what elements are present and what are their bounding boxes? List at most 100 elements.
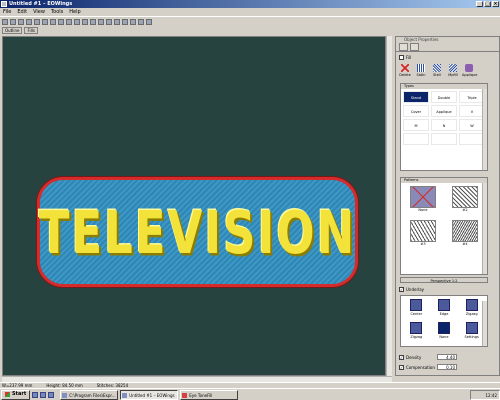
delete-tool[interactable]: Delete — [398, 64, 412, 77]
underlay-item[interactable]: Edge — [432, 299, 457, 319]
browser-icon[interactable] — [40, 391, 47, 398]
underlay-none-icon — [437, 322, 450, 334]
redo-icon[interactable] — [66, 19, 72, 25]
zoom-fit-icon[interactable] — [122, 19, 128, 25]
patterns-scrollbar[interactable] — [482, 183, 487, 274]
maximize-button[interactable]: □ — [484, 1, 491, 7]
type-item[interactable] — [431, 133, 457, 145]
types-list: Types Stand Double Triple Cover Applique… — [400, 83, 488, 171]
density-input[interactable]: 4.40 — [437, 354, 457, 360]
type-item[interactable]: M — [403, 119, 429, 131]
app-icon — [122, 392, 128, 398]
underlay-settings-icon — [465, 322, 478, 334]
menu-file[interactable]: File — [3, 8, 11, 16]
types-scrollbar[interactable] — [482, 89, 487, 170]
design-canvas[interactable]: TELEVISION — [2, 36, 386, 376]
secondary-toolbar: Outline Fills — [0, 26, 500, 36]
embroidery-patch[interactable]: TELEVISION — [37, 177, 358, 287]
minimize-button[interactable]: _ — [476, 1, 483, 7]
cut-icon[interactable] — [34, 19, 40, 25]
menu-view[interactable]: View — [33, 8, 45, 16]
start-button[interactable]: Start — [1, 389, 31, 400]
copy-icon[interactable] — [42, 19, 48, 25]
type-item[interactable]: Stand — [403, 91, 429, 103]
mpfill-tool[interactable]: Mpfill — [446, 64, 460, 77]
type-item[interactable]: Cover — [403, 105, 429, 117]
compensation-label: Compensation — [406, 365, 435, 370]
pattern-item[interactable]: None — [404, 186, 442, 216]
patterns-list: Patterns None #2 #3 #4 — [400, 177, 488, 275]
panel-tabs — [396, 43, 499, 52]
app-icon — [1, 1, 7, 7]
pattern-swatch — [452, 220, 478, 242]
type-item[interactable]: N — [431, 119, 457, 131]
print-icon[interactable] — [26, 19, 32, 25]
fills-chip[interactable]: Fills — [24, 27, 38, 34]
grid-icon[interactable] — [130, 19, 136, 25]
document-icon — [182, 392, 188, 398]
menu-help[interactable]: Help — [69, 8, 80, 16]
underlay-item[interactable]: Zigzag — [459, 299, 484, 319]
taskbar-item-active[interactable]: Untitled #1 – EOWings — [120, 389, 179, 400]
pattern-item[interactable]: #2 — [446, 186, 484, 216]
paste-icon[interactable] — [50, 19, 56, 25]
underlay-item[interactable]: Zigzag — [404, 322, 429, 342]
undo-icon[interactable] — [58, 19, 64, 25]
pattern-item[interactable]: #4 — [446, 220, 484, 250]
underlay-zigzag-icon — [410, 322, 423, 334]
fill-tools: Delete Satin Steil Mpfill Applique — [398, 64, 477, 77]
menu-edit[interactable]: Edit — [17, 8, 27, 16]
system-tray: 12:42 — [470, 389, 500, 400]
type-item[interactable] — [403, 133, 429, 145]
canvas-vertical-scrollbar[interactable] — [386, 36, 392, 376]
save-icon[interactable] — [18, 19, 24, 25]
tab-outline[interactable] — [410, 43, 419, 51]
underlay-list: Center Edge Zigzag Zigzag None Settings — [400, 295, 488, 347]
underlay-checkbox[interactable]: ✓ — [399, 287, 404, 292]
close-button[interactable]: × — [492, 1, 499, 7]
select-icon[interactable] — [82, 19, 88, 25]
hoop-icon[interactable] — [138, 19, 144, 25]
underlay-item[interactable]: None — [432, 322, 457, 342]
underlay-option[interactable]: ✓ Underlay — [399, 287, 424, 292]
satin-tool[interactable]: Satin — [414, 64, 428, 77]
tab-fill[interactable] — [399, 43, 408, 51]
no-pattern-icon — [410, 186, 436, 208]
windows-logo-icon — [5, 392, 10, 397]
application-window: Untitled #1 – EOWings _ □ × File Edit Vi… — [0, 0, 500, 400]
taskbar-item[interactable]: C:\Program Files\Expr... — [60, 389, 119, 400]
text-tool-icon[interactable] — [98, 19, 104, 25]
fill-option[interactable]: Fill — [399, 55, 411, 60]
underlay-item[interactable]: Settings — [459, 322, 484, 342]
fill-checkbox[interactable] — [399, 55, 404, 60]
delete-icon — [401, 64, 409, 72]
taskbar: Start C:\Program Files\Expr... Untitled … — [0, 388, 500, 400]
clock: 12:42 — [485, 392, 497, 398]
density-label: Density — [406, 355, 422, 360]
compensation-checkbox[interactable]: ✓ — [399, 365, 404, 370]
applique-tool[interactable]: Applique — [462, 64, 477, 77]
color-palette-icon[interactable] — [74, 19, 80, 25]
explorer-icon[interactable] — [48, 391, 55, 398]
type-item[interactable]: Double — [431, 91, 457, 103]
node-edit-icon[interactable] — [90, 19, 96, 25]
steil-icon — [433, 64, 441, 72]
density-checkbox[interactable]: ✓ — [399, 355, 404, 360]
taskbar-item[interactable]: Eye ToneFill — [180, 389, 239, 400]
outline-chip[interactable]: Outline — [2, 27, 23, 34]
stitch-player-icon[interactable] — [146, 19, 152, 25]
menu-tools[interactable]: Tools — [51, 8, 63, 16]
applique-icon — [465, 64, 473, 72]
desktop-icon[interactable] — [32, 391, 39, 398]
fill-label: Fill — [406, 55, 412, 60]
steil-tool[interactable]: Steil — [430, 64, 444, 77]
pattern-item[interactable]: #3 — [404, 220, 442, 250]
new-icon[interactable] — [2, 19, 8, 25]
zoom-in-icon[interactable] — [106, 19, 112, 25]
zoom-out-icon[interactable] — [114, 19, 120, 25]
underlay-scrollbar[interactable] — [482, 301, 487, 346]
open-icon[interactable] — [10, 19, 16, 25]
underlay-item[interactable]: Center — [404, 299, 429, 319]
compensation-input[interactable]: 0.10 — [437, 364, 457, 370]
type-item[interactable]: Applique — [431, 105, 457, 117]
